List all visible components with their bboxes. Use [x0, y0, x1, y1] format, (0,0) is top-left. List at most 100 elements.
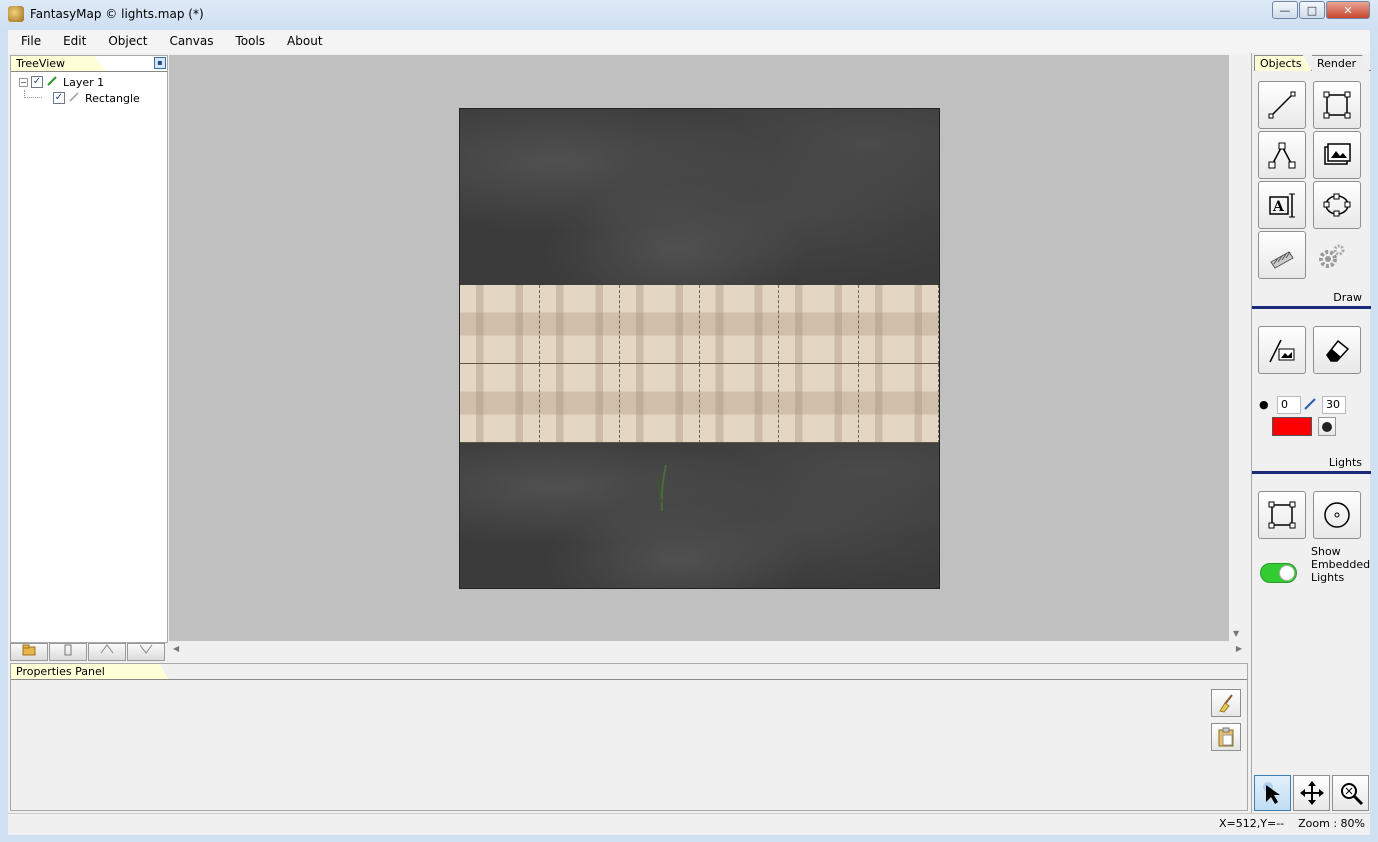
stroke-width-field[interactable]: 0 [1277, 396, 1301, 414]
line-icon [1268, 91, 1296, 119]
menu-about[interactable]: About [274, 30, 331, 53]
stamp-tool-button[interactable] [1258, 326, 1306, 374]
treeview-tab[interactable]: TreeView [11, 56, 107, 72]
move-down-button[interactable] [127, 643, 165, 661]
rectangle-light-icon [1268, 501, 1296, 529]
tools-tabs: Objects Render [1254, 55, 1371, 71]
hatch-pattern-icon [1270, 251, 1294, 269]
object-visibility-checkbox[interactable]: ✓ [53, 92, 65, 104]
path-tile [859, 285, 939, 364]
clear-properties-button[interactable] [1211, 689, 1241, 717]
tree-connector [24, 90, 42, 98]
pointer-icon [1262, 782, 1280, 804]
treeview-panel: TreeView ▪ − ✓ Layer 1 ✓ Rectangle [10, 55, 168, 643]
path-tile [619, 285, 700, 364]
text-icon: A [1269, 193, 1295, 218]
path-tile [859, 364, 939, 443]
horizontal-scrollbar[interactable]: ◀ ▶ [169, 641, 1246, 658]
eraser-tool-button[interactable] [1313, 326, 1361, 374]
tree-item-label: Rectangle [85, 91, 140, 105]
layer-visibility-checkbox[interactable]: ✓ [31, 76, 43, 88]
navigation-tools [1252, 773, 1371, 811]
menu-bar: File Edit Object Canvas Tools About [8, 30, 1370, 53]
properties-panel: Properties Panel [10, 663, 1248, 811]
path-tool-button[interactable] [1258, 131, 1306, 179]
rectangle-icon [1323, 91, 1351, 119]
tab-divider [11, 71, 167, 72]
menu-canvas[interactable]: Canvas [156, 30, 222, 53]
path-tile [539, 364, 620, 443]
menu-tools[interactable]: Tools [222, 30, 274, 53]
show-embedded-lights-toggle[interactable] [1260, 563, 1297, 583]
menu-edit[interactable]: Edit [50, 30, 95, 53]
dot-icon [1322, 421, 1332, 432]
move-arrows-icon [1299, 781, 1324, 805]
zoom-tool-button[interactable] [1332, 775, 1369, 811]
scroll-down-icon[interactable]: ▼ [1233, 629, 1239, 638]
cursor-coordinates: X=512,Y=-- [1219, 817, 1285, 830]
minimize-button[interactable]: — [1272, 1, 1298, 19]
stroke-dot-icon: ● [1259, 398, 1269, 411]
tab-render[interactable]: Render [1312, 55, 1369, 71]
path-tile [699, 285, 780, 364]
close-button[interactable]: ✕ [1326, 1, 1370, 19]
light-shape-button[interactable] [1318, 417, 1336, 436]
text-tool-button[interactable]: A [1258, 181, 1306, 229]
pan-tool-button[interactable] [1293, 775, 1330, 811]
pin-icon[interactable]: ▪ [154, 57, 166, 69]
eraser-icon [1326, 339, 1350, 362]
path-tile [460, 364, 540, 443]
path-tile [699, 364, 780, 443]
brush-size-field[interactable]: 30 [1322, 396, 1346, 414]
rect-light-tool-button[interactable] [1258, 491, 1306, 539]
gear-icon[interactable] [1318, 243, 1346, 271]
section-divider [1252, 306, 1371, 309]
tab-divider [11, 679, 1247, 680]
pattern-tool-button[interactable] [1258, 231, 1306, 279]
tab-objects[interactable]: Objects [1254, 55, 1312, 71]
maximize-button[interactable]: □ [1299, 1, 1325, 19]
treeview-toolbar [10, 643, 168, 661]
circle-light-icon [1324, 502, 1350, 528]
properties-tab[interactable]: Properties Panel [11, 664, 169, 680]
tree-item-layer-1[interactable]: − ✓ Layer 1 [19, 74, 104, 90]
menu-file[interactable]: File [8, 30, 50, 53]
point-light-tool-button[interactable] [1313, 491, 1361, 539]
status-bar: X=512,Y=-- Zoom : 80% [8, 813, 1370, 835]
path-tile [619, 364, 700, 443]
map-canvas[interactable] [169, 55, 1229, 641]
tiled-path-rectangle[interactable] [460, 285, 939, 443]
collapse-icon[interactable]: − [19, 77, 28, 87]
tree-item-label: Layer 1 [63, 75, 105, 89]
paste-properties-button[interactable] [1211, 723, 1241, 751]
clipboard-icon [1218, 727, 1234, 747]
delete-layer-button[interactable] [49, 643, 87, 661]
window-title: FantasyMap © lights.map (*) [30, 7, 204, 21]
menu-object[interactable]: Object [95, 30, 156, 53]
magnifier-icon [1340, 783, 1363, 806]
image-tool-button[interactable] [1313, 131, 1361, 179]
line-tool-button[interactable] [1258, 81, 1306, 129]
vertical-scrollbar[interactable]: ▼ [1229, 55, 1246, 641]
light-color-swatch[interactable] [1272, 417, 1312, 436]
tree-item-rectangle[interactable]: ✓ Rectangle [53, 90, 140, 106]
tools-panel: Objects Render A Draw ● 0 30 Lights Show… [1251, 53, 1371, 813]
ellipse-icon [1323, 193, 1351, 217]
scroll-right-icon[interactable]: ▶ [1236, 644, 1242, 653]
grass-sprig-icon [656, 464, 667, 512]
move-up-button[interactable] [88, 643, 126, 661]
scroll-left-icon[interactable]: ◀ [173, 644, 179, 653]
ellipse-tool-button[interactable] [1313, 181, 1361, 229]
add-layer-button[interactable] [10, 643, 48, 661]
zoom-level: Zoom : 80% [1298, 817, 1365, 830]
rectangle-tool-button[interactable] [1313, 81, 1361, 129]
svg-text:A: A [1272, 199, 1285, 215]
brush-size-icon [1303, 397, 1317, 414]
map-image[interactable] [459, 108, 940, 589]
toggle-knob [1279, 565, 1295, 581]
image-icon [1324, 143, 1351, 165]
stone-texture-top [460, 109, 939, 285]
show-embedded-lights-label: Show Embedded Lights [1311, 545, 1371, 584]
select-tool-button[interactable] [1254, 775, 1291, 811]
path-tile [539, 285, 620, 364]
